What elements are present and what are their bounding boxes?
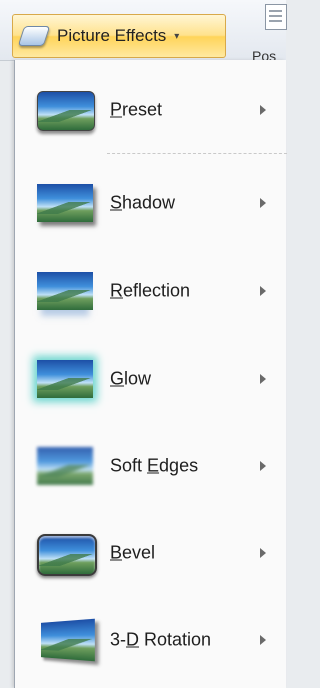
menu-item-label: Preset: [110, 99, 163, 120]
menu-item-label: Shadow: [110, 192, 176, 213]
submenu-arrow-icon: [260, 374, 266, 384]
submenu-arrow-icon: [260, 286, 266, 296]
menu-item-glow[interactable]: Glow: [15, 336, 286, 422]
menu-item-label: Reflection: [110, 280, 191, 301]
menu-item-soft-edges[interactable]: Soft Edges: [15, 423, 286, 509]
submenu-arrow-icon: [260, 198, 266, 208]
reflection-thumbnail-icon: [37, 272, 93, 310]
menu-item-shadow[interactable]: Shadow: [15, 160, 286, 246]
picture-effects-label: Picture Effects: [57, 26, 167, 45]
glow-thumbnail-icon: [37, 360, 93, 398]
preset-thumbnail-icon: [37, 91, 95, 131]
shadow-thumbnail-icon: [37, 184, 93, 222]
3d-rotation-thumbnail-icon: [40, 618, 95, 662]
picture-effects-icon: [17, 26, 51, 46]
menu-item-3d-rotation[interactable]: 3-D Rotation: [15, 597, 286, 683]
soft-edges-thumbnail-icon: [37, 447, 93, 485]
menu-item-bevel[interactable]: Bevel: [15, 510, 286, 596]
menu-item-label: Glow: [110, 368, 152, 389]
submenu-arrow-icon: [260, 461, 266, 471]
picture-effects-menu: Preset Shadow Reflection Glow Soft Edges…: [14, 60, 287, 688]
picture-effects-button[interactable]: Picture Effects ▾: [12, 14, 226, 58]
menu-item-label: 3-D Rotation: [110, 629, 212, 650]
menu-divider: [107, 153, 287, 154]
chevron-down-icon: ▾: [174, 30, 180, 42]
page-position-icon: [265, 4, 287, 30]
menu-item-label: Bevel: [110, 542, 156, 563]
menu-item-label: Soft Edges: [110, 455, 199, 476]
position-button[interactable]: Pos: [248, 0, 287, 64]
menu-item-reflection[interactable]: Reflection: [15, 248, 286, 334]
submenu-arrow-icon: [260, 635, 266, 645]
bevel-thumbnail-icon: [37, 534, 97, 576]
menu-item-preset[interactable]: Preset: [15, 67, 286, 153]
submenu-arrow-icon: [260, 105, 266, 115]
submenu-arrow-icon: [260, 548, 266, 558]
